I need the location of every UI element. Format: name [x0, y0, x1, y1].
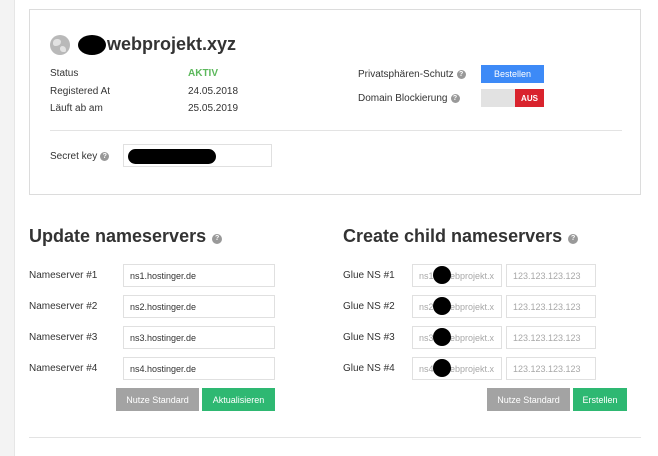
- expires-value: 25.05.2019: [188, 103, 239, 114]
- glue-ns-3-label: Glue NS #3: [343, 332, 395, 343]
- secret-key-text: Secret key: [50, 151, 98, 162]
- glue-ns-2-ip-input[interactable]: 123.123.123.123: [506, 295, 596, 318]
- update-nameservers-button[interactable]: Aktualisieren: [202, 388, 275, 411]
- divider: [50, 130, 622, 131]
- update-nameservers-title: Update nameservers: [29, 226, 207, 246]
- page-content: webprojekt.xyz Status AKTIV Registered A…: [14, 0, 658, 456]
- nameserver-3-input[interactable]: ns3.hostinger.de: [123, 326, 275, 349]
- host-suffix: webprojekt.x: [443, 301, 495, 312]
- domain-lock-label: Domain Blockierung ?: [358, 93, 460, 104]
- host-prefix: ns1: [419, 270, 434, 281]
- glue-ns-2-host-input[interactable]: ns2 webprojekt.x: [412, 295, 502, 318]
- glue-ns-2-label: Glue NS #2: [343, 301, 395, 312]
- expires-label: Läuft ab am: [50, 103, 103, 114]
- help-icon[interactable]: ?: [100, 152, 110, 161]
- help-icon[interactable]: ?: [456, 70, 466, 79]
- redacted-host-part: [433, 328, 451, 346]
- secret-key-label: Secret key ?: [50, 151, 110, 162]
- host-suffix: webprojekt.x: [443, 332, 495, 343]
- redacted-host-part: [433, 297, 451, 315]
- help-icon[interactable]: ?: [568, 233, 579, 244]
- host-suffix: webprojekt.x: [443, 270, 495, 281]
- privacy-protection-text: Privatsphären-Schutz: [358, 69, 454, 80]
- status-label: Status: [50, 68, 79, 79]
- privacy-protection-label: Privatsphären-Schutz ?: [358, 69, 466, 80]
- secret-key-field[interactable]: [123, 144, 272, 167]
- nameserver-1-input[interactable]: ns1.hostinger.de: [123, 264, 275, 287]
- nameserver-4-label: Nameserver #4: [29, 363, 98, 374]
- globe-icon: [50, 34, 70, 55]
- child-nameservers-title: Create child nameservers: [343, 226, 563, 246]
- nameserver-2-label: Nameserver #2: [29, 301, 98, 312]
- glue-ns-3-ip-input[interactable]: 123.123.123.123: [506, 326, 596, 349]
- nameserver-1-label: Nameserver #1: [29, 270, 98, 281]
- redacted-host-part: [433, 359, 451, 377]
- glue-ns-3-host-input[interactable]: ns3 webprojekt.x: [412, 326, 502, 349]
- glue-ns-4-label: Glue NS #4: [343, 363, 395, 374]
- glue-ns-1-ip-input[interactable]: 123.123.123.123: [506, 264, 596, 287]
- glue-ns-4-ip-input[interactable]: 123.123.123.123: [506, 357, 596, 380]
- help-icon[interactable]: ?: [212, 233, 223, 244]
- use-default-nameservers-button[interactable]: Nutze Standard: [116, 388, 199, 411]
- host-prefix: ns2: [419, 301, 434, 312]
- glue-ns-1-label: Glue NS #1: [343, 270, 395, 281]
- registered-at-label: Registered At: [50, 86, 111, 97]
- order-privacy-button[interactable]: Bestellen: [481, 65, 544, 83]
- host-suffix: webprojekt.x: [443, 363, 495, 374]
- redacted-secret-key: [128, 149, 216, 164]
- status-value: AKTIV: [188, 68, 218, 79]
- glue-ns-4-host-input[interactable]: ns4 webprojekt.x: [412, 357, 502, 380]
- domain-details-card: webprojekt.xyz Status AKTIV Registered A…: [29, 9, 641, 195]
- use-default-child-nameservers-button[interactable]: Nutze Standard: [487, 388, 570, 411]
- nameserver-2-input[interactable]: ns2.hostinger.de: [123, 295, 275, 318]
- host-prefix: ns3: [419, 332, 434, 343]
- toggle-state-label: AUS: [515, 89, 544, 107]
- update-nameservers-heading: Update nameservers ?: [29, 226, 223, 247]
- nameserver-3-label: Nameserver #3: [29, 332, 98, 343]
- create-child-nameservers-button[interactable]: Erstellen: [573, 388, 627, 411]
- domain-lock-toggle[interactable]: AUS: [481, 89, 544, 107]
- redacted-domain-prefix: [78, 34, 106, 55]
- toggle-track: [481, 89, 515, 107]
- divider: [29, 437, 641, 438]
- glue-ns-1-host-input[interactable]: ns1 webprojekt.x: [412, 264, 502, 287]
- nameserver-4-input[interactable]: ns4.hostinger.de: [123, 357, 275, 380]
- domain-title: webprojekt.xyz: [107, 34, 237, 54]
- domain-lock-text: Domain Blockierung: [358, 93, 448, 104]
- domain-header: webprojekt.xyz: [50, 34, 236, 55]
- host-prefix: ns4: [419, 363, 434, 374]
- child-nameservers-heading: Create child nameservers ?: [343, 226, 579, 247]
- registered-at-value: 24.05.2018: [188, 86, 239, 97]
- redacted-host-part: [433, 266, 451, 284]
- help-icon[interactable]: ?: [450, 94, 460, 103]
